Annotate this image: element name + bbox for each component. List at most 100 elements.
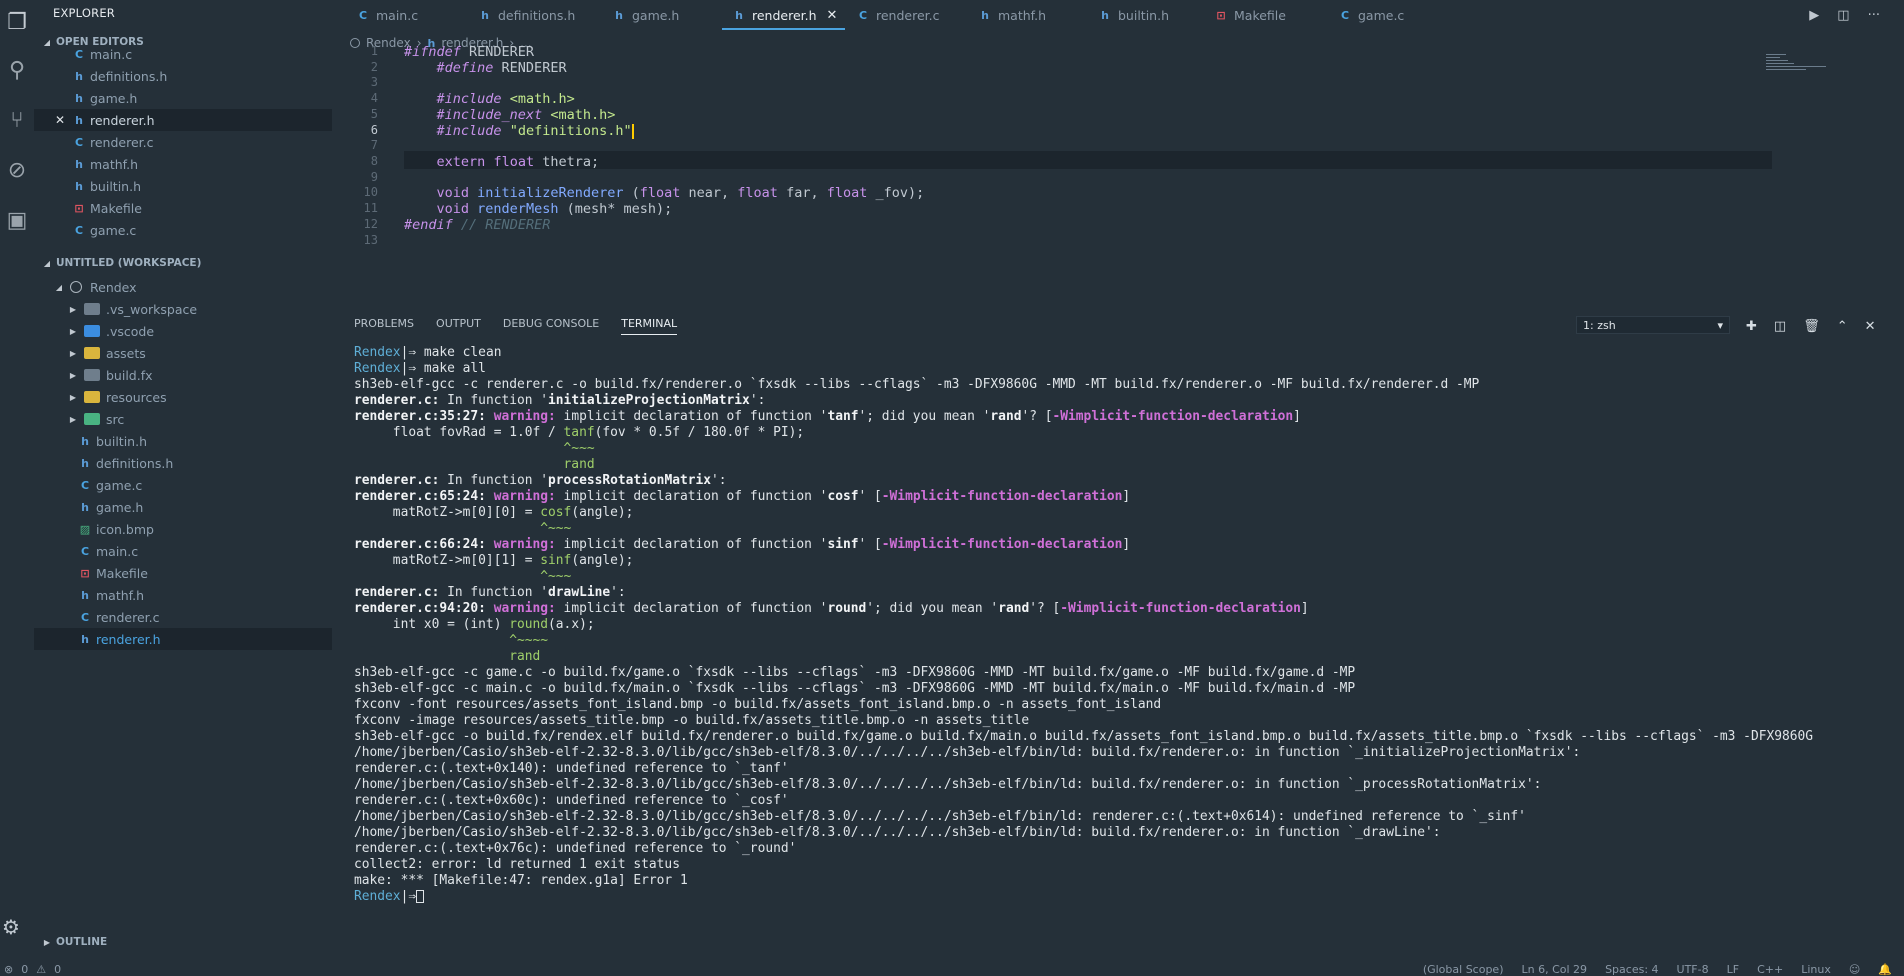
- notifications-bell-icon[interactable]: 🔔: [1878, 963, 1892, 976]
- terminal-cursor: [416, 890, 425, 903]
- folder-item[interactable]: ▶ resources: [34, 386, 332, 408]
- terminal-text: rand: [354, 649, 541, 664]
- file-label: renderer.c: [96, 609, 160, 625]
- header-file-icon: h: [481, 8, 489, 22]
- terminal-line: renderer.c:65:24: warning: implicit decl…: [354, 489, 1894, 505]
- folder-item[interactable]: ▶ build.fx: [34, 364, 332, 386]
- terminal-text: warning:: [493, 409, 556, 424]
- line-number: 2: [370, 60, 378, 74]
- terminal-text: '; did you mean ': [858, 409, 991, 424]
- file-label: icon.bmp: [96, 521, 154, 537]
- terminal-output[interactable]: Rendex|⇒ make clean Rendex|⇒ make all sh3e…: [354, 345, 1894, 905]
- folder-item[interactable]: ▶ .vs_workspace: [34, 298, 332, 320]
- cursor-position-status[interactable]: Ln 6, Col 29: [1522, 963, 1588, 976]
- outline-header[interactable]: ▶ OUTLINE: [34, 936, 107, 948]
- more-actions-icon[interactable]: ···: [1868, 8, 1880, 23]
- feedback-smiley-icon[interactable]: ☺: [1849, 963, 1860, 976]
- terminal-line: fxconv -font resources/assets_font_islan…: [354, 697, 1894, 713]
- file-item[interactable]: Cmain.c: [34, 540, 332, 562]
- run-icon[interactable]: ▶: [1809, 8, 1819, 23]
- file-label: renderer.h: [96, 631, 161, 647]
- close-icon[interactable]: ✕: [54, 113, 66, 127]
- tab-problems[interactable]: PROBLEMS: [354, 317, 414, 335]
- extensions-icon[interactable]: ▣: [0, 200, 34, 240]
- root-folder-rendex[interactable]: ◢ Rendex: [34, 276, 332, 298]
- terminal-text: renderer.c:65:24:: [354, 489, 494, 504]
- maximize-panel-icon[interactable]: ⌃: [1837, 319, 1848, 334]
- tab-debug-console[interactable]: DEBUG CONSOLE: [503, 317, 599, 335]
- terminal-line: Rendex|⇒: [354, 889, 1894, 905]
- terminal-select[interactable]: 1: zsh ▾: [1576, 316, 1730, 334]
- terminal-line: matRotZ->m[0][1] = sinf(angle);: [354, 553, 1894, 569]
- editor-tab[interactable]: Cgame.c: [1328, 0, 1412, 30]
- terminal-text: renderer.c:(.text+0x140): undefined refe…: [354, 761, 789, 776]
- editor-tab[interactable]: h definitions.h: [468, 0, 583, 30]
- settings-gear-icon[interactable]: ⚙: [0, 915, 22, 939]
- folder-label: .vscode: [106, 323, 155, 339]
- open-editor-item[interactable]: Crenderer.c: [34, 131, 332, 153]
- indentation-status[interactable]: Spaces: 4: [1605, 963, 1658, 976]
- file-item[interactable]: h mathf.h: [34, 584, 332, 606]
- file-item[interactable]: h definitions.h: [34, 452, 332, 474]
- encoding-status[interactable]: UTF-8: [1677, 963, 1709, 976]
- open-editor-item[interactable]: h mathf.h: [34, 153, 332, 175]
- open-editor-item[interactable]: ⊡ Makefile: [34, 197, 332, 219]
- tab-terminal[interactable]: TERMINAL: [621, 317, 678, 335]
- file-item[interactable]: h renderer.h: [34, 628, 332, 650]
- editor-tab[interactable]: Crenderer.c: [846, 0, 948, 30]
- code-editor[interactable]: 1 2 3 4 5 6 7 8 9 10 11 12 13 #ifndef RENDERER #defi…: [332, 44, 1904, 307]
- debug-icon[interactable]: ⊘: [0, 150, 34, 190]
- terminal-text: sinf: [827, 537, 859, 552]
- terminal-line: fxconv -image resources/assets_title.bmp…: [354, 713, 1894, 729]
- open-editor-item[interactable]: Cgame.c: [34, 219, 332, 241]
- terminal-text: ^~~~~: [354, 633, 549, 648]
- folder-item[interactable]: ▶ assets: [34, 342, 332, 364]
- c-file-icon: C: [74, 135, 84, 149]
- eol-status[interactable]: LF: [1727, 963, 1739, 976]
- scope-status[interactable]: (Global Scope): [1423, 963, 1504, 976]
- terminal-text: (a.x);: [548, 617, 595, 632]
- editor-tab[interactable]: h renderer.h ✕: [722, 0, 846, 30]
- folder-item[interactable]: ▶ .vscode: [34, 320, 332, 342]
- file-item[interactable]: ⊡ Makefile: [34, 562, 332, 584]
- search-icon[interactable]: ⚲: [0, 50, 34, 90]
- folder-icon: [84, 303, 100, 315]
- language-status[interactable]: C++: [1757, 963, 1783, 976]
- new-terminal-icon[interactable]: ✚: [1746, 319, 1757, 334]
- source-control-icon[interactable]: ⑂: [0, 100, 34, 140]
- workspace-header[interactable]: ◢ UNTITLED (WORKSPACE): [34, 253, 332, 273]
- files-icon[interactable]: ❐: [0, 2, 34, 42]
- kill-terminal-icon[interactable]: 🗑: [1803, 319, 1820, 334]
- editor-tab[interactable]: h mathf.h: [968, 0, 1054, 30]
- file-label: game.h: [96, 499, 144, 515]
- tab-output[interactable]: OUTPUT: [436, 317, 481, 335]
- file-item[interactable]: h builtin.h: [34, 430, 332, 452]
- terminal-text: ' [: [858, 537, 882, 552]
- file-item[interactable]: Crenderer.c: [34, 606, 332, 628]
- split-terminal-icon[interactable]: ◫: [1774, 319, 1786, 334]
- os-status[interactable]: Linux: [1801, 963, 1831, 976]
- editor-tab[interactable]: ⊡ Makefile: [1204, 0, 1294, 30]
- open-editor-item[interactable]: Cmain.c: [34, 43, 332, 65]
- file-item[interactable]: ▨ icon.bmp: [34, 518, 332, 540]
- problems-status[interactable]: ⊗ 0 ⚠ 0: [4, 962, 61, 976]
- file-item[interactable]: Cgame.c: [34, 474, 332, 496]
- close-panel-icon[interactable]: ✕: [1865, 319, 1876, 334]
- close-icon[interactable]: ✕: [827, 8, 838, 23]
- minimap[interactable]: [1766, 52, 1836, 82]
- editor-tab[interactable]: h builtin.h: [1088, 0, 1177, 30]
- open-editor-item[interactable]: h game.h: [34, 87, 332, 109]
- terminal-line: /home/jberben/Casio/sh3eb-elf-2.32-8.3.0…: [354, 777, 1894, 793]
- editor-tab[interactable]: h game.h: [602, 0, 687, 30]
- header-file-icon: h: [615, 8, 623, 22]
- split-editor-icon[interactable]: ◫: [1837, 8, 1849, 23]
- editor-tab[interactable]: Cmain.c: [346, 0, 426, 30]
- terminal-text: '; did you mean ': [866, 601, 999, 616]
- open-editor-item[interactable]: h definitions.h: [34, 65, 332, 87]
- open-editor-item[interactable]: h builtin.h: [34, 175, 332, 197]
- folder-item[interactable]: ▶ src: [34, 408, 332, 430]
- open-editor-item[interactable]: ✕ h renderer.h: [34, 109, 332, 131]
- line-number: 10: [363, 185, 378, 199]
- file-item[interactable]: h game.h: [34, 496, 332, 518]
- tab-label: definitions.h: [498, 7, 576, 23]
